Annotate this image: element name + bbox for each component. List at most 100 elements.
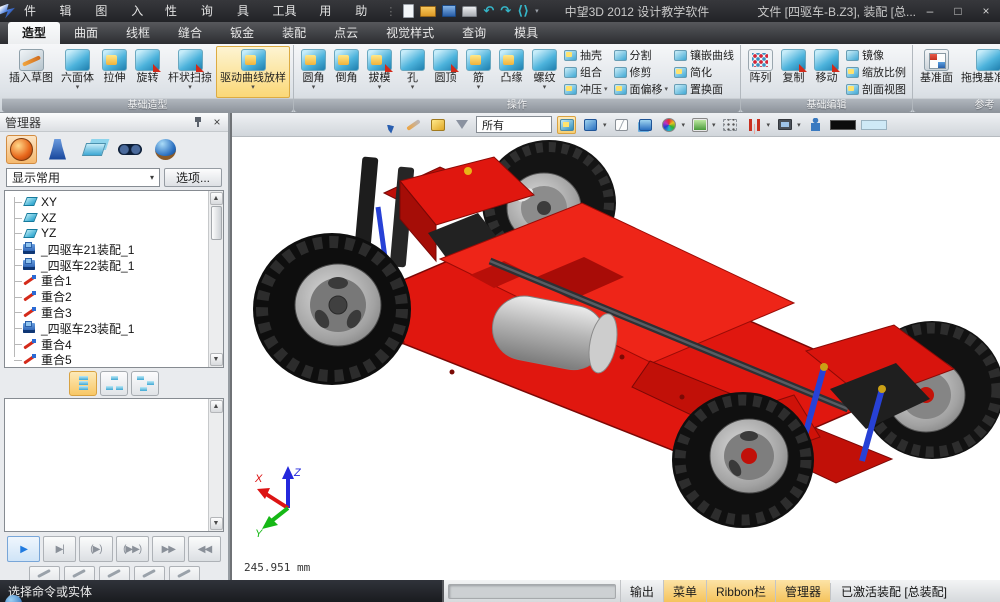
entity-info-button[interactable]	[380, 116, 399, 134]
new-file-button[interactable]	[403, 4, 414, 18]
redo-button[interactable]: ↷	[500, 2, 511, 20]
tab-visual-style[interactable]: 视觉样式	[372, 22, 448, 44]
scale-button[interactable]: 缩放比例	[846, 64, 906, 80]
driven-curve-loft-button[interactable]: 驱动曲线放样 ▾	[216, 46, 290, 98]
fast-forward-button[interactable]: ▶▶	[152, 536, 185, 562]
tab-sheetmetal[interactable]: 钣金	[216, 22, 268, 44]
pick-filter-combo[interactable]: 所有	[476, 116, 552, 133]
display-filter-combo[interactable]: 显示常用 ▾	[6, 168, 160, 187]
dropdown-arrow-icon[interactable]: ▾	[665, 85, 669, 93]
assembly-manager-button[interactable]	[42, 135, 73, 164]
dropdown-arrow-icon[interactable]: ▾	[378, 84, 382, 92]
tree-item-mate[interactable]: 重合4	[5, 336, 208, 352]
view-manager-button[interactable]	[150, 135, 181, 164]
move-button[interactable]: 移动	[810, 46, 843, 98]
hole-button[interactable]: 孔 ▾	[396, 46, 429, 98]
background-button[interactable]	[690, 116, 709, 134]
status-input-field[interactable]	[448, 584, 616, 599]
insert-sketch-button[interactable]: 插入草图	[5, 46, 57, 98]
scroll-down-icon[interactable]: ▼	[210, 517, 223, 530]
scroll-down-icon[interactable]: ▼	[210, 353, 223, 366]
open-file-button[interactable]	[420, 6, 436, 17]
display-mode-button[interactable]	[581, 116, 600, 134]
tree-item-mate[interactable]: 重合5	[5, 352, 208, 368]
edit-tool-button[interactable]	[29, 566, 60, 580]
tree-item-mate[interactable]: 重合1	[5, 273, 208, 289]
tree-item-subassembly[interactable]: _四驱车22装配_1	[5, 257, 208, 273]
quick-access-overflow-button[interactable]: ▾	[535, 7, 539, 15]
scroll-up-icon[interactable]: ▲	[210, 192, 223, 205]
ribbon-toggle-button[interactable]: Ribbon栏	[706, 580, 775, 602]
mirror-button[interactable]: 镜像	[846, 47, 906, 63]
face-offset-button[interactable]: 面偏移▾	[614, 81, 669, 97]
save-button[interactable]	[442, 5, 456, 17]
chevron-down-icon[interactable]: ▾	[603, 121, 607, 129]
layer-display-button[interactable]	[636, 116, 655, 134]
detail-scrollbar[interactable]: ▲ ▼	[208, 399, 223, 531]
output-toggle-button[interactable]: 输出	[620, 580, 663, 602]
model-canvas[interactable]: Z X Y 245.951 mm	[232, 137, 1000, 580]
manager-toggle-button[interactable]: 管理器	[775, 580, 830, 602]
edit-tool-button[interactable]	[99, 566, 130, 580]
chevron-down-icon[interactable]: ▾	[797, 121, 801, 129]
rod-sweep-button[interactable]: 杆状扫掠 ▾	[164, 46, 216, 98]
tree-item-subassembly[interactable]: _四驱车23装配_1	[5, 320, 208, 336]
draft-button[interactable]: 拔模 ▾	[363, 46, 396, 98]
simplify-button[interactable]: 简化	[674, 64, 734, 80]
section-bench-button[interactable]	[745, 116, 764, 134]
tree-item-mate[interactable]: 重合2	[5, 289, 208, 305]
divide-button[interactable]: 分割	[614, 47, 669, 63]
structure-view-button[interactable]	[131, 371, 159, 396]
expression-button[interactable]: ⟨⟩	[517, 2, 529, 20]
tree-item-yz[interactable]: YZ	[5, 226, 208, 242]
scroll-up-icon[interactable]: ▲	[210, 400, 223, 413]
tab-shape[interactable]: 造型	[8, 22, 60, 44]
datum-plane-button[interactable]: 基准面	[916, 46, 957, 98]
point-display-button[interactable]	[721, 116, 740, 134]
step-play-button[interactable]: (▶)	[79, 536, 112, 562]
menu-toggle-button[interactable]: 菜单	[663, 580, 706, 602]
tab-inquire[interactable]: 查询	[448, 22, 500, 44]
layer-manager-button[interactable]	[78, 135, 109, 164]
dropdown-arrow-icon[interactable]: ▾	[188, 84, 192, 92]
wireframe-mode-button[interactable]	[612, 116, 631, 134]
tab-wireframe[interactable]: 线框	[112, 22, 164, 44]
punch-button[interactable]: 冲压▾	[564, 81, 608, 97]
play-button[interactable]: ▶	[7, 536, 40, 562]
trim-button[interactable]: 修剪	[614, 64, 669, 80]
shell-button[interactable]: 抽壳	[564, 47, 608, 63]
emboss-curve-button[interactable]: 镶嵌曲线	[674, 47, 734, 63]
rib-button[interactable]: 筋 ▾	[462, 46, 495, 98]
box-button[interactable]: 六面体 ▾	[57, 46, 98, 98]
section-view-button[interactable]: 剖面视图	[846, 81, 906, 97]
combine-button[interactable]: 组合	[564, 64, 608, 80]
visual-manager-button[interactable]	[114, 135, 145, 164]
dropdown-arrow-icon[interactable]: ▾	[251, 84, 255, 92]
edit-tool-button[interactable]	[64, 566, 95, 580]
chevron-down-icon[interactable]: ▾	[767, 121, 771, 129]
close-button[interactable]: ×	[972, 2, 1000, 20]
dome-button[interactable]: 圆顶	[429, 46, 462, 98]
hierarchy-view-button[interactable]	[100, 371, 128, 396]
undo-button[interactable]: ↶	[483, 2, 494, 20]
minimize-button[interactable]: –	[916, 2, 944, 20]
drag-datum-button[interactable]: 拖拽基准面	[957, 46, 1000, 98]
thread-button[interactable]: 螺纹 ▾	[528, 46, 561, 98]
chamfer-button[interactable]: 倒角	[330, 46, 363, 98]
tab-pointcloud[interactable]: 点云	[320, 22, 372, 44]
filter-button[interactable]	[452, 116, 471, 134]
revolve-button[interactable]: 旋转	[131, 46, 164, 98]
panel-close-button[interactable]: ×	[211, 115, 223, 129]
chevron-down-icon[interactable]: ▾	[712, 121, 716, 129]
chevron-down-icon[interactable]: ▾	[682, 121, 686, 129]
edit-tool-button[interactable]	[169, 566, 200, 580]
options-button[interactable]: 选项...	[164, 168, 222, 187]
shade-mode-button[interactable]	[557, 116, 576, 134]
pin-icon[interactable]	[193, 117, 203, 128]
tab-assembly[interactable]: 装配	[268, 22, 320, 44]
print-button[interactable]	[462, 6, 477, 17]
walkthrough-button[interactable]	[806, 116, 825, 134]
maximize-button[interactable]: □	[944, 2, 972, 20]
dropdown-arrow-icon[interactable]: ▾	[312, 84, 316, 92]
tree-item-xz[interactable]: XZ	[5, 210, 208, 226]
